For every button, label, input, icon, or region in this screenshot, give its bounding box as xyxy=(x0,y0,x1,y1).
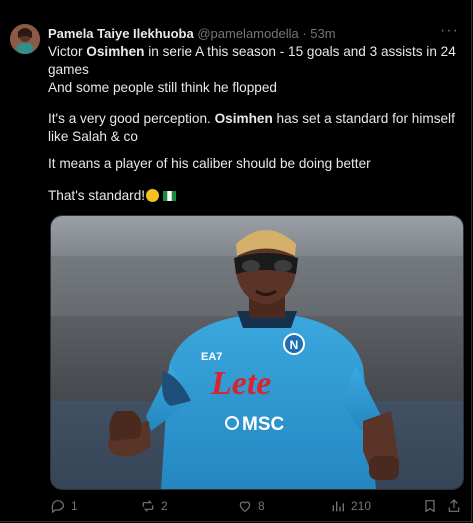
tweet-text-line-5: That's standard! xyxy=(48,187,463,205)
views-icon xyxy=(332,501,344,512)
tweet-container[interactable]: Pamela Taiye Ilekhuoba @pamelamodella · … xyxy=(0,0,472,522)
text-segment: It's a very good perception. xyxy=(48,111,215,126)
reply-count: 1 xyxy=(71,499,78,513)
repost-button[interactable]: 2 xyxy=(140,498,168,514)
text-bold: Osimhen xyxy=(214,111,273,126)
tweet-media-image[interactable]: N EA7 Lete MSC xyxy=(50,215,464,490)
views-button[interactable]: 210 xyxy=(330,498,371,514)
author-name[interactable]: Pamela Taiye Ilekhuoba xyxy=(48,26,194,41)
jersey-sponsor-2: MSC xyxy=(242,414,285,435)
bookmark-button[interactable] xyxy=(422,498,438,514)
smiling-face-icon xyxy=(146,189,160,202)
tweet-text-line-4: It means a player of his caliber should … xyxy=(48,156,371,171)
like-button[interactable]: 8 xyxy=(237,498,265,514)
tweet-text-line-1: Victor Osimhen in serie A this season - … xyxy=(48,43,463,79)
player-photo: N EA7 Lete MSC xyxy=(51,216,463,489)
heart-icon xyxy=(239,501,251,513)
repost-count: 2 xyxy=(161,499,168,513)
tweet-header: Pamela Taiye Ilekhuoba @pamelamodella · … xyxy=(48,26,336,41)
views-count: 210 xyxy=(351,499,372,513)
reply-button[interactable]: 1 xyxy=(50,498,78,514)
jersey-brand: EA7 xyxy=(201,351,222,363)
author-handle[interactable]: @pamelamodella xyxy=(197,26,298,41)
timestamp[interactable]: 53m xyxy=(310,26,335,41)
text-segment: Victor xyxy=(48,44,87,59)
more-icon[interactable]: ··· xyxy=(440,22,459,40)
like-count: 8 xyxy=(258,499,265,513)
jersey-sponsor: Lete xyxy=(210,365,271,402)
share-button[interactable] xyxy=(446,498,462,514)
svg-text:N: N xyxy=(290,338,299,352)
share-icon xyxy=(448,499,460,512)
text-segment: That's standard! xyxy=(48,188,146,203)
bookmark-icon xyxy=(425,500,435,513)
repost-icon xyxy=(142,500,154,512)
action-bar: 1 2 8 210 xyxy=(50,498,462,518)
text-bold: Osimhen xyxy=(86,44,145,59)
tweet-text-line-3: It's a very good perception. Osimhen has… xyxy=(48,110,463,146)
reply-icon xyxy=(51,500,64,514)
tweet-text-line-2: And some people still think he flopped xyxy=(48,80,277,95)
avatar[interactable] xyxy=(10,24,40,54)
separator: · xyxy=(302,26,307,41)
nigeria-flag-icon xyxy=(163,191,177,201)
